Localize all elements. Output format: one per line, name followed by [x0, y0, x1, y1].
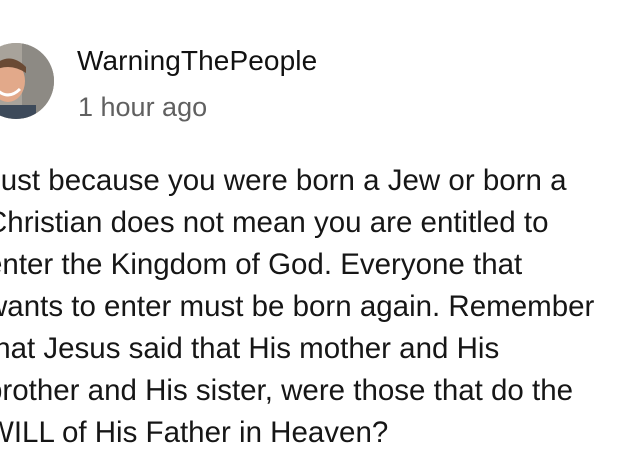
comment-line: Christian does not mean you are entitled… — [0, 206, 549, 239]
user-avatar[interactable] — [0, 43, 54, 119]
comment-line: brother and His sister, were those that … — [0, 374, 574, 407]
comment-timestamp: 1 hour ago — [78, 92, 208, 122]
comment-line: wants to enter must be born again. Remem… — [0, 290, 595, 323]
comment-screen: WarningThePeople 1 hour ago Just because… — [0, 0, 633, 475]
comment-line: Just because you were born a Jew or born… — [0, 164, 567, 197]
comment-line: that Jesus said that His mother and His — [0, 332, 500, 365]
avatar-photo-icon — [0, 43, 54, 119]
comment-line: WILL of His Father in Heaven? — [0, 416, 389, 449]
comment-author[interactable]: WarningThePeople — [77, 44, 317, 78]
comment-text: Just because you were born a Jew or born… — [0, 160, 633, 454]
comment-line: enter the Kingdom of God. Everyone that — [0, 248, 523, 281]
